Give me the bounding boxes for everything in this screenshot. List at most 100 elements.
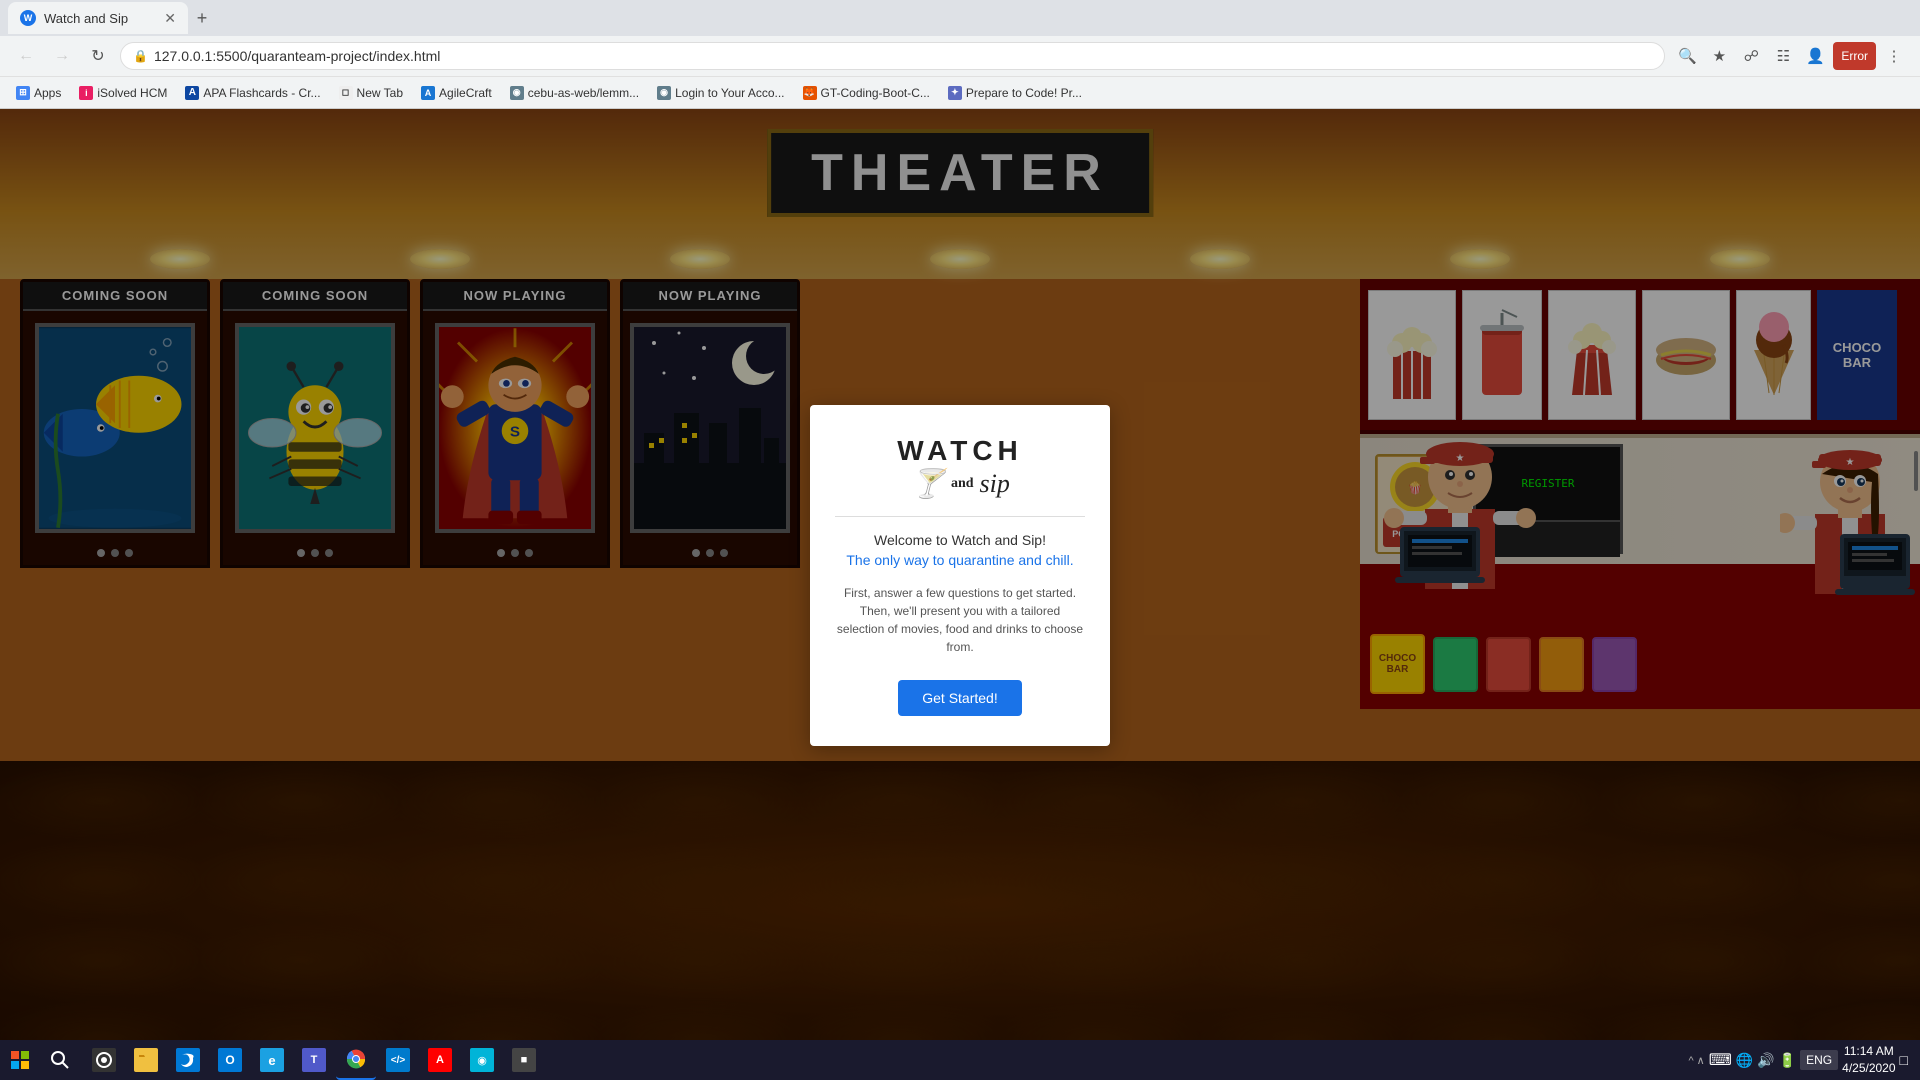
main-content: THEATER COMING SOON bbox=[0, 109, 1920, 1041]
logo-sip-text: sip bbox=[980, 469, 1010, 499]
taskbar-chrome[interactable] bbox=[336, 1040, 376, 1080]
gt-icon: 🦊 bbox=[803, 86, 817, 100]
extensions-button[interactable]: ☍ bbox=[1737, 42, 1765, 70]
taskbar-task-view[interactable] bbox=[84, 1040, 124, 1080]
bookmark-gt-label: GT-Coding-Boot-C... bbox=[821, 86, 930, 100]
bookmark-prepare[interactable]: ✦ Prepare to Code! Pr... bbox=[940, 83, 1090, 103]
bookmark-apps[interactable]: ⊞ Apps bbox=[8, 83, 69, 103]
app9-icon: ◉ bbox=[470, 1048, 494, 1072]
nav-bar: ← → ↻ 🔒 127.0.0.1:5500/quaranteam-projec… bbox=[0, 36, 1920, 76]
language-indicator[interactable]: ENG bbox=[1800, 1050, 1838, 1070]
modal-description-text: First, answer a few questions to get sta… bbox=[835, 584, 1085, 656]
battery-icon: 🔋 bbox=[1779, 1052, 1796, 1069]
acrobat-icon: A bbox=[428, 1048, 452, 1072]
date-display: 4/25/2020 bbox=[1842, 1060, 1895, 1077]
explorer-svg bbox=[137, 1051, 155, 1069]
bookmark-apa-label: APA Flashcards - Cr... bbox=[203, 86, 320, 100]
modal-overlay: WATCH 🍸 and sip Welcome to Watch and Sip… bbox=[0, 109, 1920, 1041]
url-text: 127.0.0.1:5500/quaranteam-project/index.… bbox=[154, 48, 440, 64]
system-tray: ^ ∧ ⌨ 🌐 🔊 🔋 ENG 11:14 AM 4/25/2020 □ bbox=[1688, 1043, 1920, 1077]
notification-icon[interactable]: □ bbox=[1900, 1052, 1908, 1068]
taskbar-app-10[interactable]: ■ bbox=[504, 1040, 544, 1080]
address-bar[interactable]: 🔒 127.0.0.1:5500/quaranteam-project/inde… bbox=[120, 42, 1665, 70]
newtab-icon: ◻ bbox=[339, 86, 353, 100]
taskbar-vscode[interactable]: </> bbox=[378, 1040, 418, 1080]
bookmark-cebu[interactable]: ◉ cebu-as-web/lemm... bbox=[502, 83, 647, 103]
time-display: 11:14 AM bbox=[1842, 1043, 1895, 1060]
tab-title: Watch and Sip bbox=[44, 11, 128, 26]
tab-bar: W Watch and Sip ✕ + bbox=[0, 0, 1920, 36]
logo-subtitle: 🍸 and sip bbox=[835, 467, 1085, 501]
nav-actions: 🔍 ★ ☍ ☷ 👤 Error ⋮ bbox=[1673, 42, 1908, 70]
active-tab[interactable]: W Watch and Sip ✕ bbox=[8, 2, 188, 34]
bookmark-cebu-label: cebu-as-web/lemm... bbox=[528, 86, 639, 100]
search-button[interactable]: 🔍 bbox=[1673, 42, 1701, 70]
app10-icon: ■ bbox=[512, 1048, 536, 1072]
bookmark-prepare-label: Prepare to Code! Pr... bbox=[966, 86, 1082, 100]
error-button[interactable]: Error bbox=[1833, 42, 1876, 70]
agilecraft-icon: A bbox=[421, 86, 435, 100]
bookmark-agilecraft[interactable]: A AgileCraft bbox=[413, 83, 500, 103]
modal-tagline-text: The only way to quarantine and chill. bbox=[835, 552, 1085, 568]
tab-close-button[interactable]: ✕ bbox=[164, 10, 176, 27]
menu-button[interactable]: ⋮ bbox=[1880, 42, 1908, 70]
cebu-icon: ◉ bbox=[510, 86, 524, 100]
star-button[interactable]: ★ bbox=[1705, 42, 1733, 70]
taskbar-ie[interactable]: e bbox=[252, 1040, 292, 1080]
bookmark-newtab-label: New Tab bbox=[357, 86, 403, 100]
refresh-button[interactable]: ↻ bbox=[84, 42, 112, 70]
windows-button[interactable]: ☷ bbox=[1769, 42, 1797, 70]
get-started-button[interactable]: Get Started! bbox=[898, 680, 1021, 716]
taskbar-outlook[interactable]: O bbox=[210, 1040, 250, 1080]
start-button[interactable] bbox=[0, 1040, 40, 1080]
outlook-icon: O bbox=[218, 1048, 242, 1072]
prepare-icon: ✦ bbox=[948, 86, 962, 100]
task-view-svg bbox=[95, 1051, 113, 1069]
keyboard-icon: ⌨ bbox=[1709, 1050, 1732, 1070]
network-icon: 🌐 bbox=[1736, 1052, 1753, 1069]
taskbar-acrobat[interactable]: A bbox=[420, 1040, 460, 1080]
taskbar-teams[interactable]: T bbox=[294, 1040, 334, 1080]
system-time[interactable]: 11:14 AM 4/25/2020 bbox=[1842, 1043, 1895, 1077]
back-button[interactable]: ← bbox=[12, 42, 40, 70]
martini-icon: 🍸 bbox=[910, 467, 945, 501]
isolved-icon: i bbox=[79, 86, 93, 100]
bookmark-apps-label: Apps bbox=[34, 86, 61, 100]
bookmark-gt[interactable]: 🦊 GT-Coding-Boot-C... bbox=[795, 83, 938, 103]
task-view-icon bbox=[92, 1048, 116, 1072]
volume-icon: 🔊 bbox=[1757, 1052, 1774, 1069]
taskbar-app-9[interactable]: ◉ bbox=[462, 1040, 502, 1080]
search-button[interactable] bbox=[40, 1040, 80, 1080]
logo-title: WATCH bbox=[835, 435, 1085, 467]
profile-button[interactable]: 👤 bbox=[1801, 42, 1829, 70]
apa-icon: A bbox=[185, 86, 199, 100]
bookmark-login[interactable]: ◉ Login to Your Acco... bbox=[649, 83, 792, 103]
theater-background: THEATER COMING SOON bbox=[0, 109, 1920, 1041]
tray-icons: ^ ∧ bbox=[1688, 1054, 1704, 1067]
bookmarks-bar: ⊞ Apps i iSolved HCM A APA Flashcards - … bbox=[0, 76, 1920, 108]
taskbar-apps: O e T bbox=[80, 1040, 548, 1080]
search-icon bbox=[51, 1051, 69, 1069]
edge-svg bbox=[179, 1051, 197, 1069]
new-tab-button[interactable]: + bbox=[188, 4, 216, 32]
ie-icon: e bbox=[260, 1048, 284, 1072]
teams-icon: T bbox=[302, 1048, 326, 1072]
taskbar-file-explorer[interactable] bbox=[126, 1040, 166, 1080]
taskbar-edge[interactable] bbox=[168, 1040, 208, 1080]
bookmark-agilecraft-label: AgileCraft bbox=[439, 86, 492, 100]
file-explorer-icon bbox=[134, 1048, 158, 1072]
logo-and-text: and bbox=[951, 476, 974, 492]
chrome-icon bbox=[344, 1047, 368, 1071]
windows-taskbar: O e T bbox=[0, 1040, 1920, 1080]
windows-logo bbox=[10, 1050, 30, 1070]
bookmark-newtab[interactable]: ◻ New Tab bbox=[331, 83, 411, 103]
welcome-modal: WATCH 🍸 and sip Welcome to Watch and Sip… bbox=[810, 405, 1110, 746]
modal-logo: WATCH 🍸 and sip bbox=[835, 435, 1085, 501]
forward-button[interactable]: → bbox=[48, 42, 76, 70]
bookmark-apa[interactable]: A APA Flashcards - Cr... bbox=[177, 83, 328, 103]
bookmark-isolved-label: iSolved HCM bbox=[97, 86, 167, 100]
bookmark-isolved[interactable]: i iSolved HCM bbox=[71, 83, 175, 103]
modal-divider bbox=[835, 516, 1085, 517]
bookmark-login-label: Login to Your Acco... bbox=[675, 86, 784, 100]
browser-chrome: W Watch and Sip ✕ + ← → ↻ 🔒 127.0.0.1:55… bbox=[0, 0, 1920, 109]
